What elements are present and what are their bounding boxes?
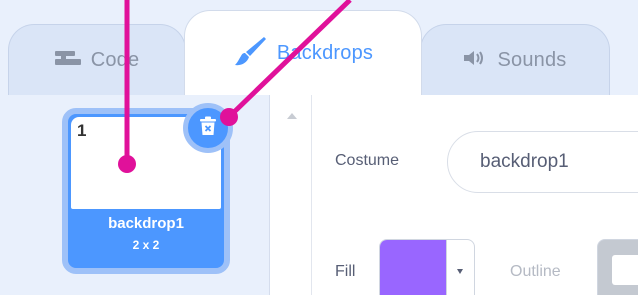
chevron-down-icon bbox=[457, 269, 463, 274]
paintbrush-icon bbox=[233, 35, 267, 72]
backdrop-size: 2 x 2 bbox=[132, 238, 160, 252]
costume-name-input[interactable]: backdrop1 bbox=[447, 131, 638, 193]
speaker-icon bbox=[463, 49, 487, 72]
tab-code-label: Code bbox=[90, 48, 140, 71]
scroll-up-arrow-icon[interactable] bbox=[287, 113, 297, 119]
tab-sounds[interactable]: Sounds bbox=[420, 24, 610, 95]
tab-code[interactable]: Code bbox=[8, 24, 186, 95]
outline-label: Outline bbox=[510, 263, 561, 280]
outline-color-picker[interactable] bbox=[597, 239, 638, 295]
fill-dropdown-button[interactable] bbox=[446, 240, 474, 295]
code-blocks-icon bbox=[54, 50, 81, 71]
tab-backdrops-label: Backdrops bbox=[276, 41, 374, 64]
paint-editor: Costume backdrop1 Fill Outline bbox=[312, 95, 638, 295]
tab-bar: Code Backdrops Sounds bbox=[0, 0, 638, 95]
fill-label: Fill bbox=[335, 263, 356, 280]
fill-color-picker[interactable] bbox=[379, 239, 475, 295]
trash-icon bbox=[199, 116, 217, 141]
delete-backdrop-button[interactable] bbox=[183, 103, 233, 153]
backdrop-number: 1 bbox=[77, 121, 87, 140]
editor-scrollbar[interactable] bbox=[270, 95, 312, 295]
costume-editor-window: Code Backdrops Sounds 1 backdrop1 2 x 2 … bbox=[0, 0, 638, 295]
tab-sounds-label: Sounds bbox=[497, 48, 567, 71]
tab-backdrops[interactable]: Backdrops bbox=[184, 10, 422, 95]
backdrop-name: backdrop1 bbox=[108, 215, 184, 232]
fill-color-swatch[interactable] bbox=[380, 240, 446, 295]
costume-label: Costume bbox=[335, 152, 400, 169]
outline-swatch-inner bbox=[612, 255, 638, 285]
